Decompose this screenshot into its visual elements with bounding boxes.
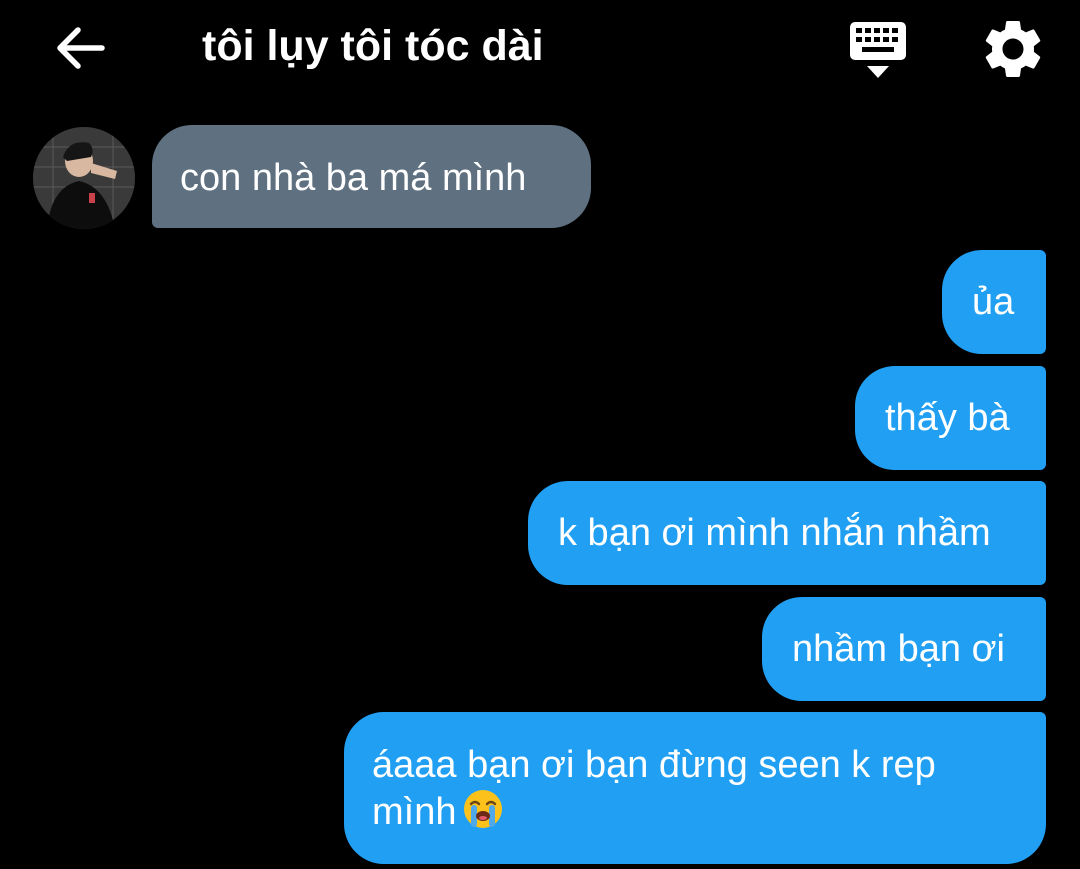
message-text-line-2-text: mình: [372, 791, 457, 833]
message-text: ủa: [972, 281, 1015, 323]
message-outgoing[interactable]: nhầm bạn ơi: [762, 597, 1046, 701]
message-outgoing[interactable]: thấy bà: [855, 366, 1046, 470]
settings-button[interactable]: [978, 14, 1048, 84]
chat-header: tôi lụy tôi tóc dài: [0, 0, 1080, 96]
arrow-left-icon: [57, 27, 105, 69]
keyboard-icon: [850, 22, 906, 78]
message-text: k bạn ơi mình nhắn nhầm: [558, 512, 991, 554]
message-text-line-2: mình: [372, 788, 1016, 835]
loudly-crying-face-emoji: [464, 790, 503, 828]
contact-avatar[interactable]: [33, 127, 135, 229]
message-text: nhầm bạn ơi: [792, 628, 1005, 670]
message-text: thấy bà: [885, 397, 1010, 439]
message-text-line-1: áaaa bạn ơi bạn đừng seen k rep: [372, 744, 936, 786]
conversation-title: tôi lụy tôi tóc dài: [202, 22, 544, 70]
back-button[interactable]: [48, 16, 112, 80]
avatar-photo: [33, 127, 135, 229]
message-outgoing[interactable]: áaaa bạn ơi bạn đừng seen k rep mình: [344, 712, 1046, 864]
message-incoming[interactable]: con nhà ba má mình: [152, 125, 591, 228]
message-text: con nhà ba má mình: [180, 157, 527, 199]
message-outgoing[interactable]: k bạn ơi mình nhắn nhầm: [528, 481, 1046, 585]
keyboard-toggle-button[interactable]: [842, 16, 914, 84]
gear-icon: [985, 20, 1041, 77]
message-outgoing[interactable]: ủa: [942, 250, 1046, 354]
